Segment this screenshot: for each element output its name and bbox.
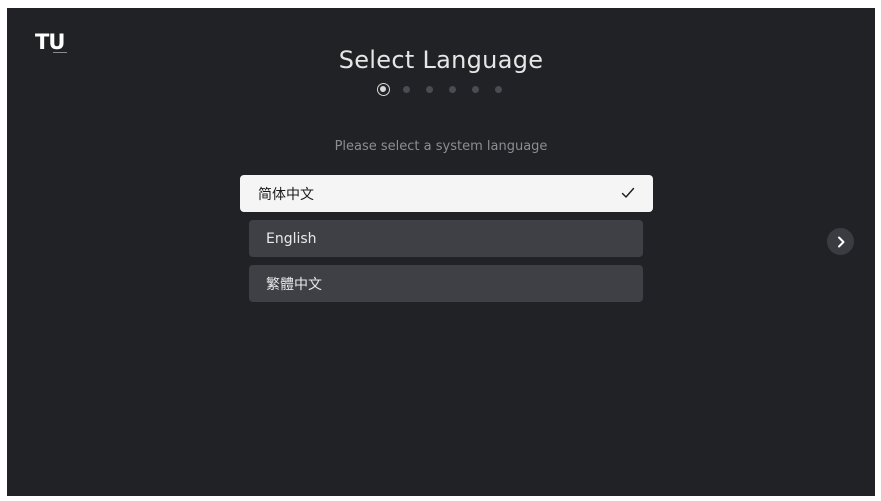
step-dot-4	[449, 86, 456, 93]
step-dot-1	[377, 83, 390, 96]
language-option-label: 简体中文	[258, 186, 314, 203]
language-option-label: English	[266, 230, 317, 247]
language-option-traditional-chinese[interactable]: 繁體中文	[249, 265, 643, 302]
prompt-text: Please select a system language	[334, 139, 548, 154]
check-icon	[621, 187, 635, 198]
language-option-label: 繁體中文	[266, 276, 322, 293]
step-dot-6	[495, 86, 502, 93]
step-indicator	[377, 83, 518, 96]
next-button[interactable]	[827, 228, 854, 255]
language-option-simplified-chinese[interactable]: 简体中文	[240, 175, 653, 212]
step-dot-5	[472, 86, 479, 93]
language-option-english[interactable]: English	[249, 220, 643, 257]
chevron-right-icon	[837, 236, 844, 247]
page-title: Select Language	[338, 46, 544, 74]
step-dot-2	[403, 86, 410, 93]
step-dot-3	[426, 86, 433, 93]
setup-screen: TU Select Language Please select a syste…	[7, 8, 875, 496]
